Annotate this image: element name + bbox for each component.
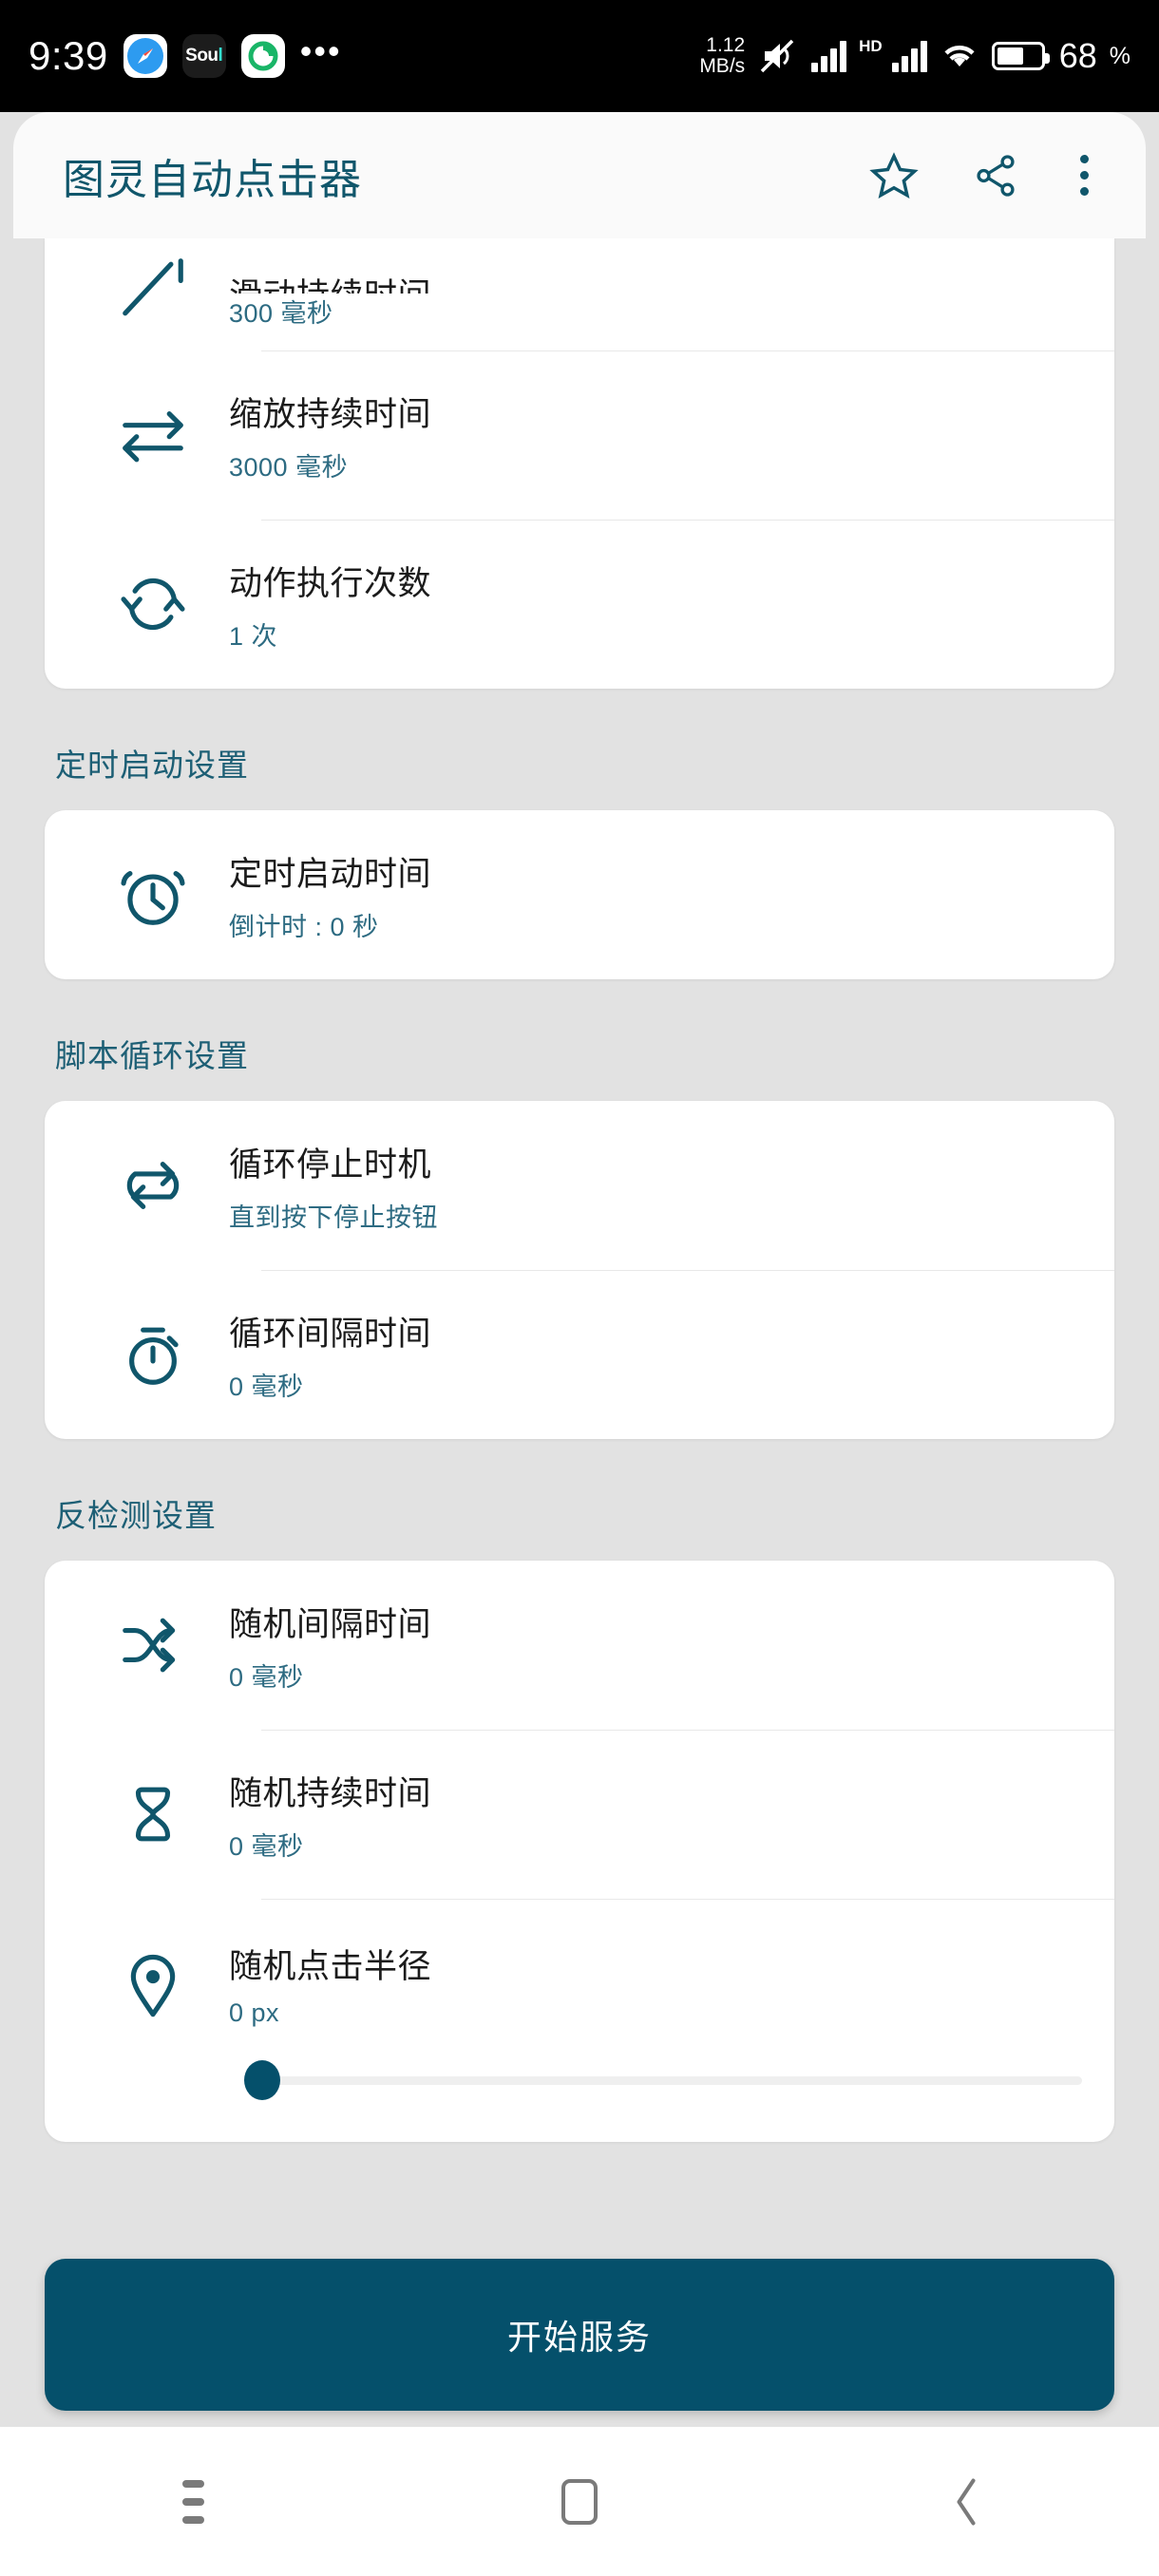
signal-bars-sim2 [891, 40, 927, 72]
alarm-clock-icon [77, 854, 229, 936]
list-item-title: 定时启动时间 [229, 855, 432, 893]
list-item[interactable]: 动作执行次数 1 次 [45, 520, 1114, 689]
status-more-icon: ••• [299, 31, 342, 71]
list-item-value: 0 毫秒 [229, 1662, 304, 1692]
list-item-value: 3000 毫秒 [229, 452, 349, 482]
list-item-text: 随机持续时间 0 毫秒 [229, 1767, 431, 1863]
list-item-value: 0 毫秒 [229, 1831, 304, 1861]
list-item-text: 定时启动时间 倒计时 : 0 秒 [229, 847, 431, 943]
battery-icon [991, 42, 1050, 70]
list-item-value: 1 次 [229, 621, 278, 651]
list-item-value: 直到按下停止按钮 [229, 1203, 438, 1232]
list-item-text: 循环停止时机 直到按下停止按钮 [229, 1138, 438, 1234]
section-header-scheduled-start: 定时启动设置 [55, 748, 249, 783]
slider-track[interactable] [244, 2060, 1082, 2100]
soul-app-icon: Sou l [181, 34, 226, 78]
hourglass-icon [77, 1773, 229, 1855]
system-navigation-bar [0, 2427, 1159, 2576]
star-icon[interactable] [869, 151, 919, 200]
battery-percent-unit: % [1109, 42, 1130, 69]
back-chevron-icon [957, 2478, 976, 2525]
list-item[interactable]: 定时启动时间 倒计时 : 0 秒 [45, 810, 1114, 979]
list-item-value: 0 毫秒 [229, 1372, 304, 1401]
loop-icon [77, 1145, 229, 1226]
recents-button[interactable] [98, 2427, 288, 2576]
section-header-anti-detection: 反检测设置 [55, 1498, 217, 1533]
list-item-text: 循环间隔时间 0 毫秒 [229, 1307, 431, 1403]
list-item[interactable]: 循环间隔时间 0 毫秒 [45, 1270, 1114, 1439]
mute-icon [760, 39, 794, 73]
list-item[interactable]: 滑动持续时间 300 毫秒 [45, 238, 1114, 350]
list-item-text: 动作执行次数 1 次 [229, 557, 431, 653]
section-header-loop-settings: 脚本循环设置 [55, 1038, 249, 1073]
hd-label: HD [859, 37, 883, 55]
scheduled-start-card: 定时启动时间 倒计时 : 0 秒 [45, 810, 1114, 979]
list-item-text: 随机点击半径 0 px [229, 1940, 431, 2028]
status-bar-left: 9:39 Sou l ••• [28, 33, 342, 79]
swap-arrows-icon [77, 394, 229, 476]
overflow-menu-icon[interactable] [1073, 155, 1096, 196]
list-item-title: 随机间隔时间 [229, 1605, 432, 1643]
settings-scroll-area[interactable]: 滑动持续时间 300 毫秒 缩放持续时间 3000 毫秒 [0, 238, 1159, 2427]
list-item[interactable]: 缩放持续时间 3000 毫秒 [45, 350, 1114, 520]
recents-icon [181, 2479, 204, 2524]
list-item-value: 倒计时 : 0 秒 [229, 912, 379, 941]
shuffle-icon [77, 1604, 229, 1686]
status-clock: 9:39 [28, 33, 108, 78]
list-item[interactable]: 随机间隔时间 0 毫秒 [45, 1561, 1114, 1730]
location-pin-icon [77, 1942, 229, 2024]
wifi-icon [944, 46, 975, 66]
status-bar: 9:39 Sou l ••• 1.12 MB/s HD 68 % [0, 0, 1159, 112]
home-icon [560, 2478, 598, 2525]
slider-thumb[interactable] [244, 2060, 280, 2100]
page-title: 图灵自动点击器 [63, 156, 362, 203]
anti-detection-card: 随机间隔时间 0 毫秒 随机持续时间 0 毫秒 随机点击半径 0 px [45, 1561, 1114, 2142]
status-bar-right: 1.12 MB/s HD 68 % [699, 33, 1130, 77]
safari-icon [123, 34, 167, 78]
network-speed: 1.12 MB/s [699, 33, 746, 77]
list-item-value: 0 px [229, 1998, 280, 2027]
app-bar: 图灵自动点击器 [13, 112, 1146, 238]
list-item[interactable]: 循环停止时机 直到按下停止按钮 [45, 1101, 1114, 1270]
phone-screen: 9:39 Sou l ••• 1.12 MB/s HD 68 % 图灵自动点击器… [0, 0, 1159, 2576]
share-icon[interactable] [972, 152, 1019, 199]
list-item-title: 随机持续时间 [229, 1774, 432, 1812]
refresh-cycle-icon [77, 563, 229, 645]
list-item-text: 缩放持续时间 3000 毫秒 [229, 388, 431, 483]
green-swirl-icon [240, 34, 285, 78]
back-button[interactable] [871, 2427, 1061, 2576]
battery-percent: 68 [1058, 36, 1097, 75]
list-item-value: 300 毫秒 [229, 299, 333, 328]
list-item[interactable]: 随机持续时间 0 毫秒 [45, 1730, 1114, 1899]
list-item-title: 随机点击半径 [229, 1947, 432, 1985]
random-radius-slider-row[interactable] [45, 2058, 1114, 2142]
list-item-title: 循环间隔时间 [229, 1315, 432, 1353]
stopwatch-icon [77, 1314, 229, 1395]
signal-bars-sim1 [811, 40, 847, 72]
swipe-diagonal-icon [77, 248, 229, 330]
list-item[interactable]: 随机点击半径 0 px [45, 1899, 1114, 2068]
action-timing-card: 滑动持续时间 300 毫秒 缩放持续时间 3000 毫秒 [45, 238, 1114, 689]
list-item-text: 滑动持续时间 300 毫秒 [229, 257, 431, 330]
list-item-title: 缩放持续时间 [229, 395, 432, 433]
home-button[interactable] [484, 2427, 674, 2576]
app-bar-actions [869, 151, 1096, 200]
list-item-text: 随机间隔时间 0 毫秒 [229, 1598, 431, 1694]
list-item-title: 循环停止时机 [229, 1146, 432, 1184]
start-service-button[interactable]: 开始服务 [45, 2259, 1114, 2411]
list-item-title: 滑动持续时间 [229, 269, 431, 294]
loop-settings-card: 循环停止时机 直到按下停止按钮 循环间隔时间 0 毫秒 [45, 1101, 1114, 1439]
list-item-title: 动作执行次数 [229, 564, 432, 602]
